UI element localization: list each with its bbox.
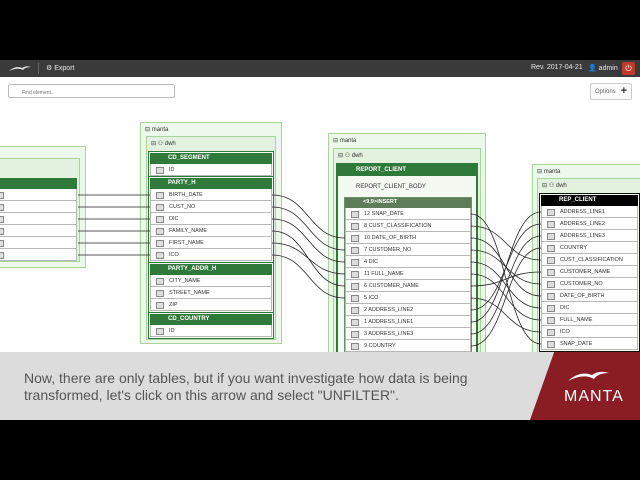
- lineage-edge: [271, 254, 346, 299]
- lineage-edge: [470, 225, 542, 261]
- lineage-edge: [271, 218, 346, 263]
- lineage-edge: [470, 211, 542, 323]
- lineage-edge: [271, 194, 346, 239]
- brand-panel: MANTA: [530, 352, 640, 420]
- lineage-edge: [470, 235, 542, 335]
- caption-text: Now, there are only tables, but if you w…: [24, 370, 468, 403]
- lineage-edge: [271, 242, 346, 275]
- caption-banner: Now, there are only tables, but if you w…: [0, 352, 640, 420]
- app-frame: ⚙ Export Rev. 2017-04-21 👤 admin ⏻ ⚲ Opt…: [0, 60, 640, 420]
- brand-name: MANTA: [564, 388, 624, 405]
- lineage-edge: [271, 206, 346, 251]
- lineage-edge: [470, 247, 542, 347]
- lineage-edge: [470, 297, 542, 333]
- manta-logo-icon: [568, 371, 609, 381]
